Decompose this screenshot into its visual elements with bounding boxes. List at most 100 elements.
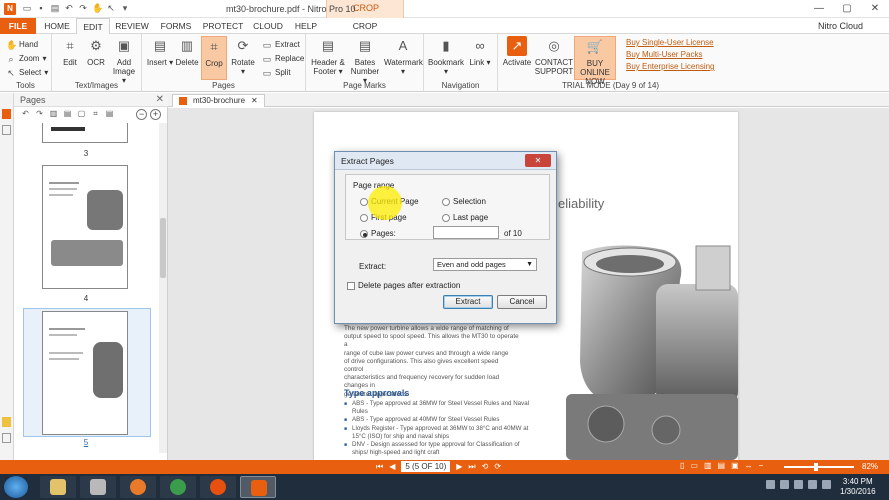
maximize-button[interactable]: ▢ [833, 0, 861, 18]
radio-pages[interactable]: Pages: [360, 229, 396, 238]
tab-edit[interactable]: EDIT [76, 18, 110, 34]
hand-icon[interactable]: ✋ [92, 3, 103, 14]
last-page-icon[interactable]: ⏭ [468, 462, 475, 472]
clock[interactable]: 3:40 PM 1/30/2016 [840, 477, 876, 497]
page-thumbnail-4[interactable] [42, 165, 128, 289]
continuous-icon[interactable]: ▭ [690, 461, 698, 470]
document-tab[interactable]: mt30-brochure ✕ [172, 94, 265, 107]
back-icon[interactable]: ⟲ [482, 462, 489, 471]
dialog-close-button[interactable]: ✕ [525, 154, 551, 167]
forward-icon[interactable]: ⟳ [494, 462, 501, 471]
taskbar-nitro[interactable] [240, 476, 276, 498]
close-icon[interactable]: ✕ [156, 94, 164, 105]
redo-icon[interactable]: ↷ [78, 3, 88, 14]
hand-tool-button[interactable]: ✋ Hand [6, 38, 38, 51]
page-thumbnail-5[interactable] [42, 311, 128, 435]
radio-last-page[interactable]: Last page [442, 213, 488, 222]
start-button[interactable] [4, 476, 28, 498]
tab-crop-properties[interactable]: CROP PROPERTIES [328, 18, 402, 47]
rotate-left-icon[interactable]: ↶ [20, 108, 31, 119]
pages-input[interactable] [433, 226, 499, 239]
zoom-slider[interactable] [784, 463, 854, 471]
taskbar-firefox[interactable] [120, 476, 156, 498]
trash-icon[interactable]: ▥ [48, 108, 59, 119]
extract-button[interactable]: ▭ Extract [262, 38, 300, 51]
facing-icon[interactable]: ▥ [704, 461, 712, 470]
add-image-button[interactable]: ▣ Add Image ▾ [110, 36, 138, 85]
minimize-button[interactable]: — [805, 0, 833, 18]
header-footer-button[interactable]: ▤ Header & Footer ▾ [310, 36, 346, 76]
select-icon[interactable]: ↖ [106, 3, 116, 14]
extract-page-icon[interactable]: ▢ [76, 108, 87, 119]
contact-support-button[interactable]: ◎ CONTACT SUPPORT [534, 36, 574, 76]
customize-icon[interactable]: ▾ [120, 3, 130, 14]
zoom-out-icon[interactable]: − [136, 109, 147, 120]
tab-file[interactable]: FILE [0, 18, 36, 34]
tray-up-icon[interactable] [766, 480, 775, 489]
radio-selection[interactable]: Selection [442, 197, 486, 206]
bookmark-button[interactable]: ▮ Bookmark ▾ [428, 36, 464, 76]
comments-panel-icon[interactable] [2, 417, 11, 427]
edit-button[interactable]: ⌗ Edit [58, 36, 82, 67]
split-button[interactable]: ▭ Split [262, 66, 291, 79]
close-icon[interactable]: ✕ [251, 95, 258, 107]
buy-online-button[interactable]: 🛒 BUY ONLINE NOW [574, 36, 616, 86]
delete-after-checkbox[interactable]: Delete pages after extraction [347, 281, 460, 290]
volume-icon[interactable] [808, 480, 817, 489]
rotate-button[interactable]: ⟳ Rotate ▾ [229, 36, 257, 76]
battery-icon[interactable] [822, 480, 831, 489]
facing-continuous-icon[interactable]: ▤ [718, 461, 726, 470]
tab-help[interactable]: HELP [290, 18, 322, 34]
fit-page-icon[interactable]: ▣ [731, 461, 739, 470]
insert-button[interactable]: ▤ Insert ▾ [146, 36, 174, 67]
insert-page-icon[interactable]: ▤ [62, 108, 73, 119]
buy-single-user-link[interactable]: Buy Single-User License [626, 38, 715, 47]
dialog-title-bar[interactable]: Extract Pages ✕ [335, 152, 556, 170]
watermark-button[interactable]: A Watermark ▾ [384, 36, 423, 76]
rotate-right-icon[interactable]: ↷ [34, 108, 45, 119]
tab-cloud[interactable]: CLOUD [250, 18, 286, 34]
fit-width-icon[interactable]: ↔ [745, 461, 753, 470]
buy-multi-user-link[interactable]: Buy Multi-User Packs [626, 50, 715, 59]
tab-protect[interactable]: PROTECT [200, 18, 246, 34]
bates-number-button[interactable]: ▤ Bates Number ▾ [348, 36, 382, 85]
next-page-icon[interactable]: ▶ [456, 462, 462, 471]
zoom-tool-button[interactable]: ⌕ Zoom ▾ [6, 52, 46, 65]
tab-home[interactable]: HOME [40, 18, 74, 34]
save-icon[interactable]: ▪ [36, 3, 46, 14]
ocr-button[interactable]: ⚙ OCR [84, 36, 108, 67]
print-icon[interactable]: ▤ [50, 3, 60, 14]
page-thumbnail-3[interactable] [42, 123, 128, 143]
select-tool-button[interactable]: ↖ Select ▾ [6, 66, 48, 79]
crop-page-icon[interactable]: ⌗ [90, 108, 101, 119]
extract-confirm-button[interactable]: Extract [443, 295, 493, 309]
activate-button[interactable]: ↗ Activate [500, 36, 534, 67]
replace-button[interactable]: ▭ Replace [262, 52, 305, 65]
network-icon[interactable] [794, 480, 803, 489]
crop-button[interactable]: ⌗ Crop [201, 36, 227, 80]
single-page-icon[interactable]: ▯ [680, 461, 684, 470]
pages-panel-scrollbar[interactable] [159, 123, 167, 453]
first-page-icon[interactable]: ⏮ [376, 462, 383, 472]
taskbar-media[interactable] [80, 476, 116, 498]
buy-enterprise-link[interactable]: Buy Enterprise Licensing [626, 62, 715, 71]
flag-icon[interactable] [780, 480, 789, 489]
page-options-icon[interactable]: ▤ [104, 108, 115, 119]
zoom-slider-handle[interactable] [814, 463, 818, 471]
page-indicator[interactable]: 5 (5 OF 10) [401, 461, 451, 472]
prev-page-icon[interactable]: ◀ [389, 462, 395, 471]
taskbar-chrome[interactable] [160, 476, 196, 498]
tab-review[interactable]: REVIEW [112, 18, 152, 34]
open-icon[interactable]: ▭ [22, 3, 32, 14]
undo-icon[interactable]: ↶ [64, 3, 74, 14]
zoom-in-icon[interactable]: + [150, 109, 161, 120]
taskbar-explorer[interactable] [40, 476, 76, 498]
taskbar-app[interactable] [200, 476, 236, 498]
tab-forms[interactable]: FORMS [158, 18, 194, 34]
bookmarks-panel-icon[interactable] [2, 125, 11, 135]
link-button[interactable]: ∞ Link ▾ [466, 36, 494, 67]
pages-panel-icon[interactable] [2, 109, 11, 119]
delete-button[interactable]: ▥ Delete [174, 36, 200, 67]
zoom-out-icon[interactable]: − [759, 461, 764, 470]
extract-select[interactable]: Even and odd pages ▼ [433, 258, 537, 271]
